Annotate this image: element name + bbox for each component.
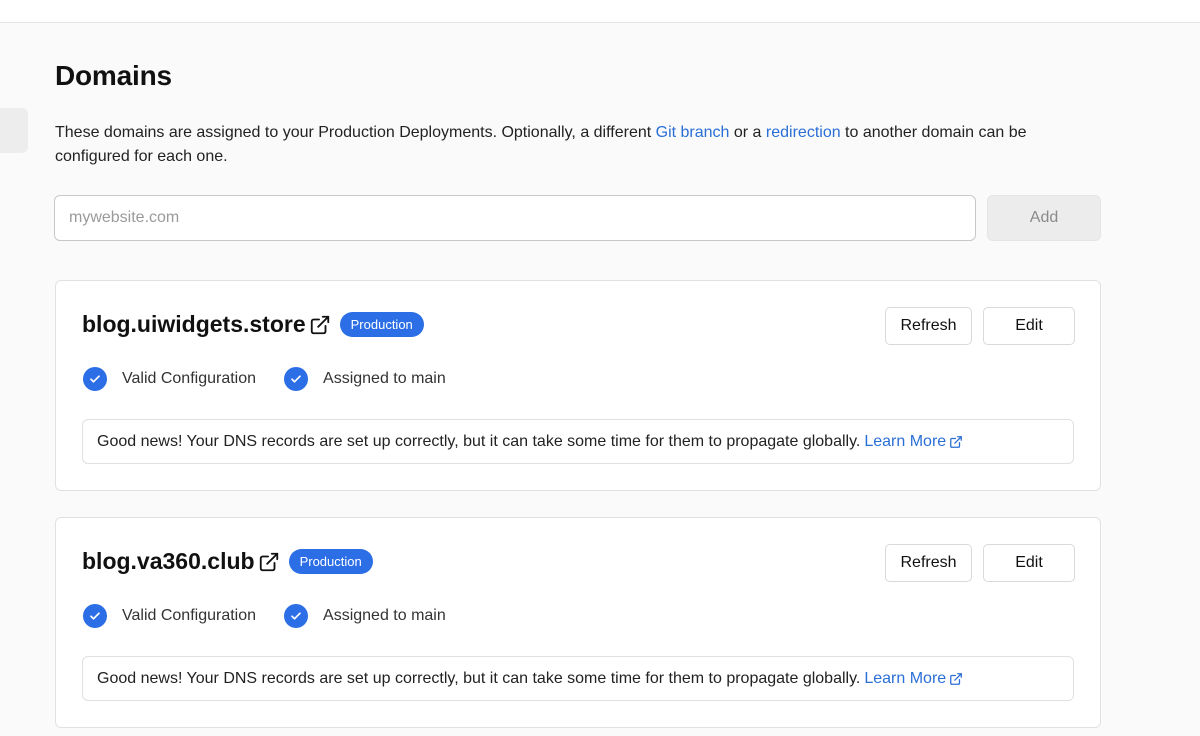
check-circle-icon (83, 367, 107, 391)
domain-input[interactable] (54, 195, 976, 241)
valid-configuration-status: Valid Configuration (83, 367, 256, 391)
domain-title: blog.va360.club Production (82, 548, 373, 575)
learn-more-link[interactable]: Learn More (864, 433, 963, 451)
learn-more-label: Learn More (864, 432, 947, 450)
external-link-icon (950, 435, 963, 448)
status-label: Valid Configuration (122, 607, 257, 624)
domain-card: blog.va360.club Production Refresh Edit … (55, 517, 1101, 728)
notice-text: Good news! Your DNS records are set up c… (97, 669, 861, 687)
status-label: Assigned to main (323, 370, 446, 387)
edit-button[interactable]: Edit (983, 307, 1075, 345)
notice-text: Good news! Your DNS records are set up c… (97, 432, 861, 450)
page-title: Domains (55, 60, 172, 91)
dns-notice: Good news! Your DNS records are set up c… (82, 419, 1074, 464)
status-label: Assigned to main (323, 607, 446, 624)
check-circle-icon (284, 367, 309, 391)
domain-name[interactable]: blog.va360.club (82, 548, 255, 575)
domain-name[interactable]: blog.uiwidgets.store (82, 311, 306, 338)
learn-more-link[interactable]: Learn More (864, 670, 963, 688)
refresh-button[interactable]: Refresh (885, 544, 972, 582)
learn-more-label: Learn More (864, 669, 947, 687)
external-link-icon[interactable] (309, 314, 331, 336)
add-domain-button[interactable]: Add (987, 195, 1101, 241)
description-text: or a (729, 124, 766, 141)
production-badge: Production (288, 549, 373, 574)
edit-button[interactable]: Edit (983, 544, 1075, 582)
assigned-branch-status: Assigned to main (284, 367, 446, 391)
external-link-icon (950, 672, 963, 685)
domain-card: blog.uiwidgets.store Production Refresh … (55, 280, 1101, 491)
status-row: Valid Configuration Assigned to main (83, 604, 446, 628)
check-circle-icon (83, 604, 107, 628)
status-label: Valid Configuration (122, 370, 257, 387)
valid-configuration-status: Valid Configuration (83, 604, 256, 628)
refresh-button[interactable]: Refresh (885, 307, 972, 345)
check-circle-icon (284, 604, 309, 628)
redirection-link[interactable]: redirection (766, 124, 841, 141)
domain-title: blog.uiwidgets.store Production (82, 311, 424, 338)
external-link-icon[interactable] (258, 551, 280, 573)
git-branch-link[interactable]: Git branch (656, 124, 730, 141)
dns-notice: Good news! Your DNS records are set up c… (82, 656, 1074, 701)
status-row: Valid Configuration Assigned to main (83, 367, 446, 391)
assigned-branch-status: Assigned to main (284, 604, 446, 628)
page-description: These domains are assigned to your Produ… (55, 121, 1065, 169)
production-badge: Production (339, 312, 424, 337)
sidebar-tab[interactable] (0, 108, 28, 153)
top-bar (0, 0, 1200, 23)
description-text: These domains are assigned to your Produ… (55, 124, 656, 141)
